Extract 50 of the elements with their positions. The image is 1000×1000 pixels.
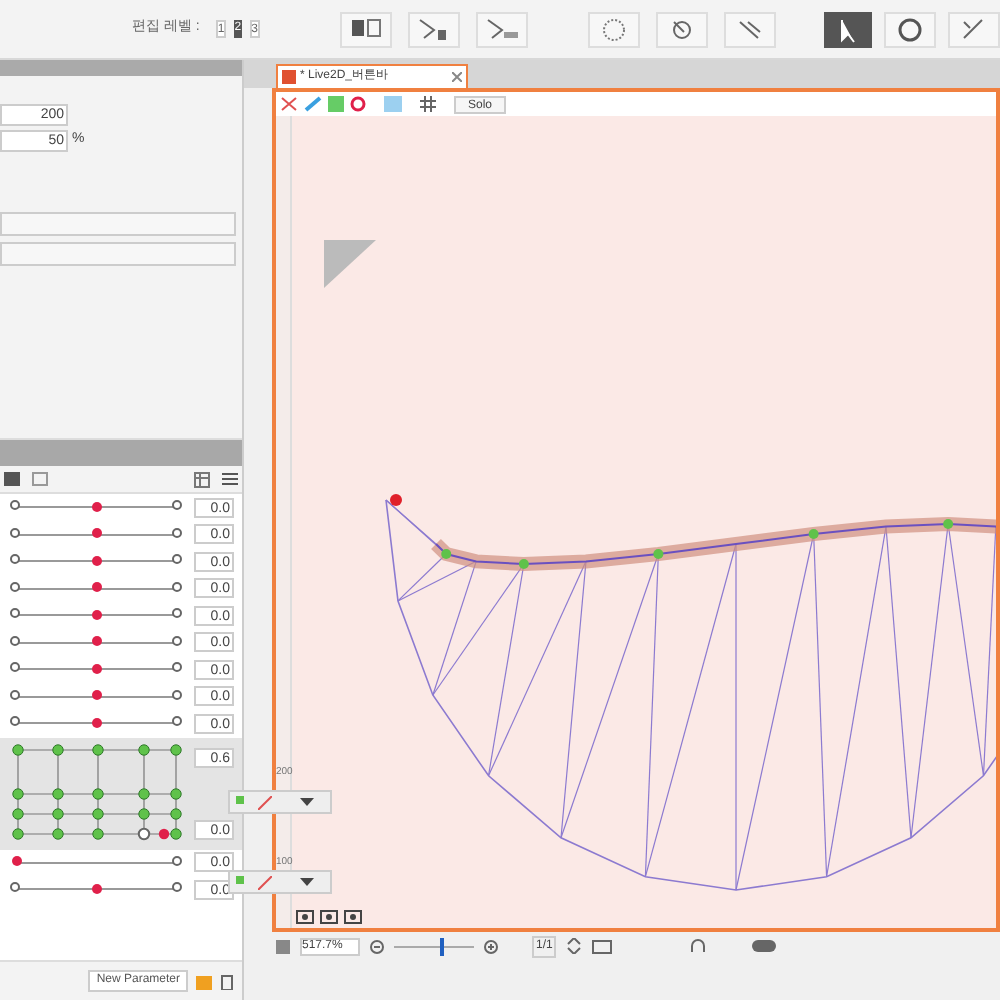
slider-thumb[interactable] — [91, 528, 101, 539]
menu-icon[interactable] — [222, 472, 238, 486]
grid-view-icon[interactable] — [32, 472, 48, 486]
slider-end-icon — [10, 608, 20, 619]
corner-triangle-icon — [324, 240, 376, 288]
close-icon[interactable] — [452, 72, 462, 82]
caret-icon[interactable] — [300, 877, 314, 887]
slider-end-icon — [172, 581, 182, 592]
slider-thumb[interactable] — [91, 582, 101, 593]
slider-end-icon — [172, 527, 182, 538]
zoom-out-icon[interactable] — [370, 939, 384, 953]
slider-end-icon — [172, 716, 182, 727]
slider-end-icon — [172, 635, 182, 646]
slider-end-icon — [172, 608, 182, 619]
slider-end-icon — [172, 662, 182, 673]
slider-end-icon — [10, 527, 20, 538]
caret-icon[interactable] — [300, 797, 314, 807]
slider-thumb[interactable] — [91, 883, 101, 894]
slider-end-icon — [172, 855, 182, 866]
slider-end-icon — [10, 554, 20, 565]
slider-end-icon — [10, 882, 20, 893]
slider-end-icon — [172, 882, 182, 893]
keyform-remove-icon[interactable] — [258, 795, 272, 809]
slider-thumb[interactable] — [91, 636, 101, 647]
dropdown-field[interactable] — [0, 242, 236, 266]
slider-thumb[interactable] — [91, 555, 101, 566]
slider-thumb[interactable] — [91, 501, 101, 512]
slider-end-icon — [172, 689, 182, 700]
table-icon[interactable] — [194, 471, 210, 487]
keyform-remove-icon[interactable] — [258, 875, 272, 889]
slider-end-icon — [10, 716, 20, 727]
slider-thumb[interactable] — [91, 717, 101, 728]
zoom-in-icon[interactable] — [484, 939, 498, 953]
record-icon[interactable] — [350, 96, 366, 112]
slider-end-icon — [10, 581, 20, 592]
slider-end-icon — [172, 500, 182, 511]
slider-thumb[interactable] — [91, 609, 101, 620]
slider-end-icon — [172, 554, 182, 565]
slider-end-icon — [10, 662, 20, 673]
stepper-icon[interactable] — [566, 938, 583, 954]
toggle-icon[interactable] — [752, 940, 777, 952]
dropdown-field[interactable] — [0, 212, 236, 236]
camera-icon[interactable] — [296, 908, 314, 924]
parameter-grid-drawing[interactable] — [12, 741, 186, 845]
slider-thumb[interactable] — [91, 690, 101, 701]
slider-end-icon — [10, 635, 20, 646]
slider-thumb[interactable] — [91, 663, 101, 674]
slider-thumb[interactable] — [11, 856, 21, 867]
slider-end-icon — [10, 689, 20, 700]
slider-end-icon — [10, 500, 20, 511]
